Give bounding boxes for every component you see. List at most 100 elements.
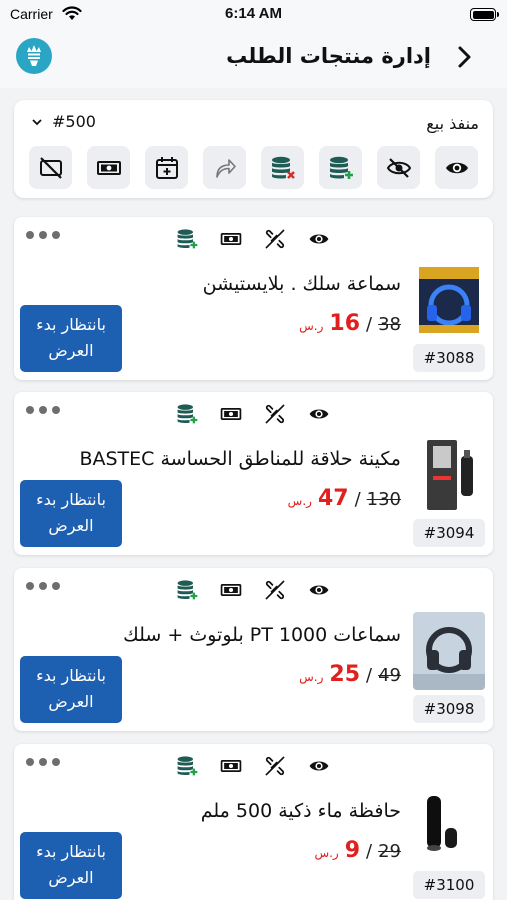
cash-button[interactable] bbox=[218, 401, 244, 427]
product-image[interactable] bbox=[413, 261, 485, 339]
currency-label: ر.س bbox=[299, 670, 324, 684]
product-name: مكينة حلاقة للمناطق الحساسة BASTEC bbox=[79, 448, 401, 470]
currency-label: ر.س bbox=[314, 846, 339, 860]
cash-button[interactable] bbox=[87, 146, 130, 189]
database-add-icon bbox=[177, 404, 198, 424]
product-price: 29 / 9 ر.س bbox=[314, 838, 401, 863]
share-arrow-icon bbox=[215, 158, 236, 178]
product-price: 38 / 16 ر.س bbox=[299, 311, 401, 336]
database-add-icon bbox=[177, 580, 198, 600]
cash-icon bbox=[220, 233, 242, 245]
price-separator: / bbox=[354, 489, 361, 510]
cash-icon bbox=[220, 408, 242, 420]
card-actions bbox=[174, 753, 332, 779]
link-off-icon bbox=[265, 756, 285, 776]
cash-button[interactable] bbox=[218, 577, 244, 603]
old-price: 29 bbox=[378, 841, 401, 862]
sale-price: 9 bbox=[344, 838, 361, 863]
more-options-button[interactable] bbox=[26, 582, 60, 590]
product-name: سماعات PT 1000 بلوتوث + سلك bbox=[123, 624, 401, 646]
eye-icon bbox=[445, 162, 468, 173]
unlink-button[interactable] bbox=[262, 401, 288, 427]
visibility-button[interactable] bbox=[306, 226, 332, 252]
status-button[interactable]: بانتظار بدء العرض bbox=[20, 656, 122, 723]
cash-icon bbox=[96, 160, 121, 175]
currency-label: ر.س bbox=[299, 319, 324, 333]
more-options-button[interactable] bbox=[26, 231, 60, 239]
product-image[interactable] bbox=[413, 612, 485, 690]
page-title: إدارة منتجات الطلب bbox=[226, 44, 431, 68]
more-options-button[interactable] bbox=[26, 758, 60, 766]
visibility-button[interactable] bbox=[306, 577, 332, 603]
product-card[interactable]: سماعة سلك . بلايستيشن 38 / 16 ر.س #3088 … bbox=[14, 217, 493, 380]
outlet-label: منفذ بيع bbox=[426, 114, 479, 133]
link-off-icon bbox=[265, 229, 285, 249]
sale-price: 25 bbox=[329, 662, 361, 687]
app-header: إدارة منتجات الطلب bbox=[0, 30, 507, 88]
outlet-dropdown[interactable]: #500 bbox=[32, 112, 96, 131]
database-add-button[interactable] bbox=[174, 226, 200, 252]
product-id-badge: #3088 bbox=[413, 344, 485, 372]
battery-icon bbox=[470, 8, 499, 21]
share-button[interactable] bbox=[203, 146, 246, 189]
database-add-button[interactable] bbox=[174, 401, 200, 427]
eye-icon bbox=[309, 409, 329, 419]
unlink-button[interactable] bbox=[262, 577, 288, 603]
camera-off-button[interactable] bbox=[29, 146, 72, 189]
camera-off-icon bbox=[39, 156, 62, 179]
card-actions bbox=[174, 401, 332, 427]
sale-price: 47 bbox=[317, 486, 349, 511]
database-add-icon bbox=[177, 756, 198, 776]
database-remove-icon bbox=[271, 156, 295, 179]
cash-icon bbox=[220, 760, 242, 772]
unlink-button[interactable] bbox=[262, 226, 288, 252]
product-id-badge: #3100 bbox=[413, 871, 485, 899]
card-actions bbox=[174, 226, 332, 252]
database-remove-button[interactable] bbox=[261, 146, 304, 189]
clock: 6:14 AM bbox=[225, 5, 282, 22]
link-off-icon bbox=[265, 580, 285, 600]
status-button[interactable]: بانتظار بدء العرض bbox=[20, 480, 122, 547]
eye-off-icon bbox=[386, 157, 411, 178]
product-name: حافظة ماء ذكية 500 ملم bbox=[200, 800, 401, 822]
calendar-add-icon bbox=[155, 156, 178, 179]
old-price: 130 bbox=[366, 489, 401, 510]
database-add-icon bbox=[329, 156, 353, 179]
product-id-badge: #3098 bbox=[413, 695, 485, 723]
back-chevron-icon[interactable] bbox=[451, 42, 477, 72]
database-add-button[interactable] bbox=[174, 577, 200, 603]
price-separator: / bbox=[366, 841, 373, 862]
hide-button[interactable] bbox=[377, 146, 420, 189]
price-separator: / bbox=[366, 314, 373, 335]
status-bar: Carrier 6:14 AM bbox=[0, 0, 507, 30]
price-separator: / bbox=[366, 665, 373, 686]
product-price: 130 / 47 ر.س bbox=[288, 486, 401, 511]
more-options-button[interactable] bbox=[26, 406, 60, 414]
unlink-button[interactable] bbox=[262, 753, 288, 779]
database-add-button[interactable] bbox=[319, 146, 362, 189]
product-image[interactable] bbox=[413, 788, 485, 866]
product-name: سماعة سلك . بلايستيشن bbox=[202, 273, 401, 295]
currency-label: ر.س bbox=[287, 494, 312, 508]
cash-button[interactable] bbox=[218, 226, 244, 252]
app-logo bbox=[16, 38, 52, 74]
filter-panel: منفذ بيع #500 bbox=[14, 100, 493, 198]
status-button[interactable]: بانتظار بدء العرض bbox=[20, 305, 122, 372]
visibility-button[interactable] bbox=[306, 401, 332, 427]
product-image[interactable] bbox=[413, 436, 485, 514]
eye-icon bbox=[309, 234, 329, 244]
chevron-down-icon bbox=[32, 118, 42, 125]
database-add-button[interactable] bbox=[174, 753, 200, 779]
product-card[interactable]: سماعات PT 1000 بلوتوث + سلك 49 / 25 ر.س … bbox=[14, 568, 493, 731]
cash-button[interactable] bbox=[218, 753, 244, 779]
product-card[interactable]: مكينة حلاقة للمناطق الحساسة BASTEC 130 /… bbox=[14, 392, 493, 555]
visibility-button[interactable] bbox=[306, 753, 332, 779]
old-price: 49 bbox=[378, 665, 401, 686]
database-add-icon bbox=[177, 229, 198, 249]
status-button[interactable]: بانتظار بدء العرض bbox=[20, 832, 122, 899]
calendar-add-button[interactable] bbox=[145, 146, 188, 189]
product-price: 49 / 25 ر.س bbox=[299, 662, 401, 687]
product-card[interactable]: حافظة ماء ذكية 500 ملم 29 / 9 ر.س #3100 … bbox=[14, 744, 493, 900]
show-button[interactable] bbox=[435, 146, 478, 189]
sale-price: 16 bbox=[329, 311, 361, 336]
